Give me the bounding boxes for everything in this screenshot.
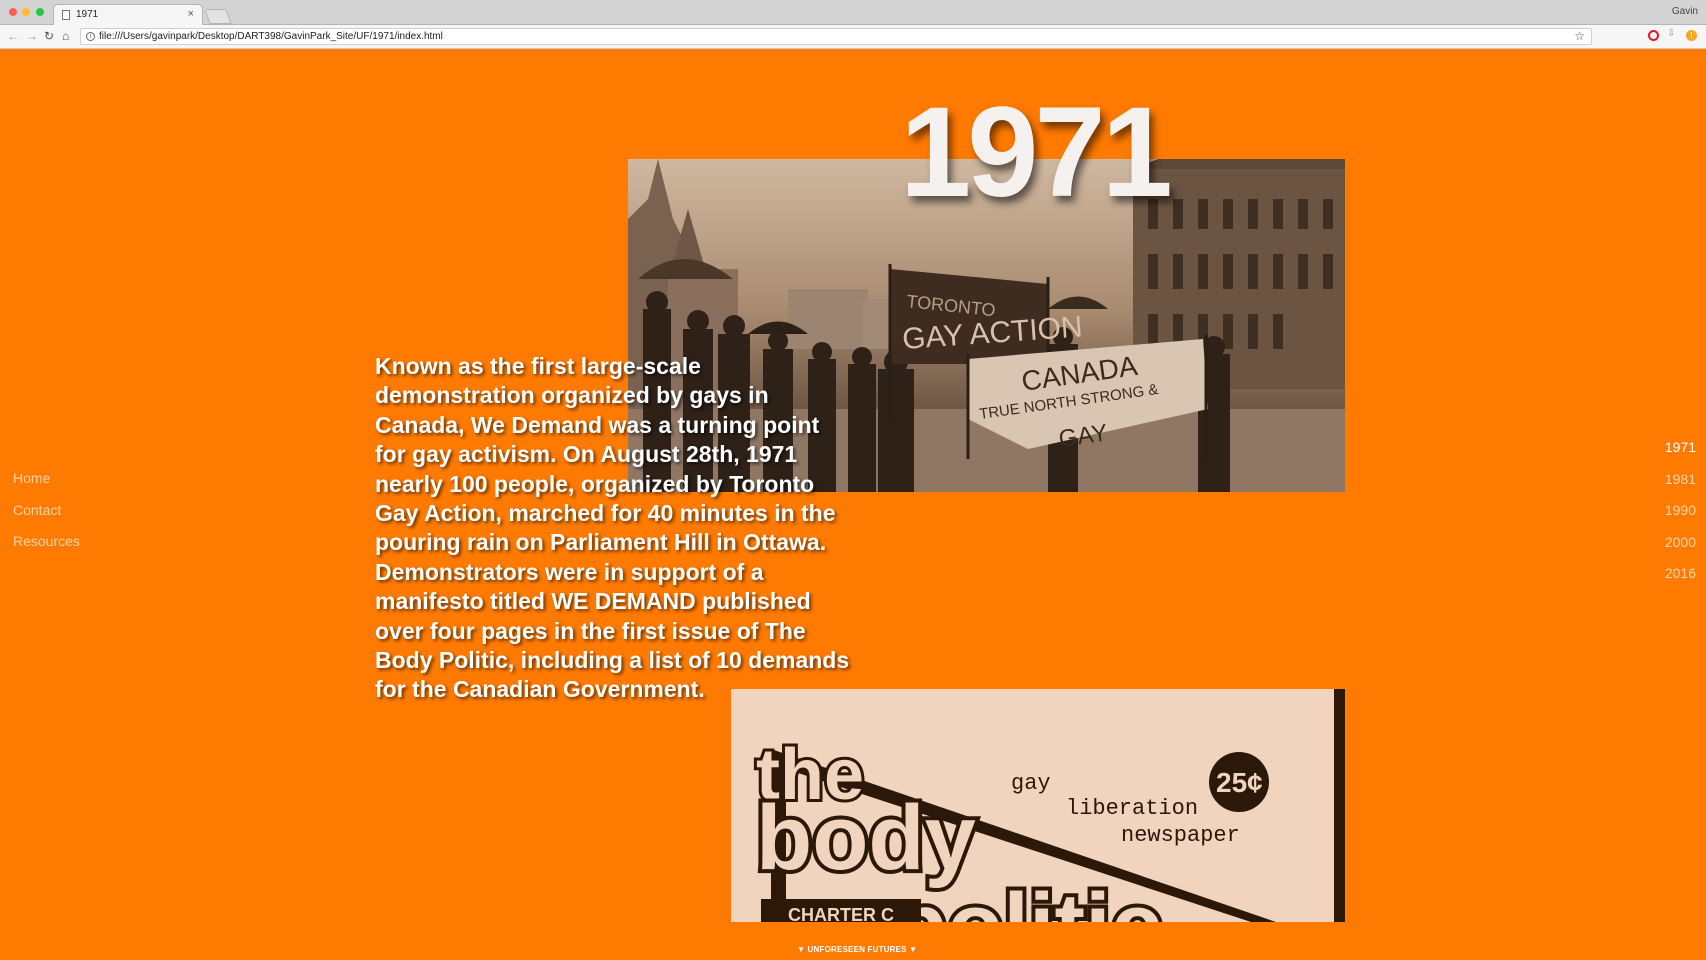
url-text[interactable]: file:///Users/gavinpark/Desktop/DART398/… (99, 31, 443, 42)
year-title: 1971 (900, 81, 1173, 224)
magazine-tagline-3: newspaper (1121, 823, 1240, 848)
star-icon[interactable]: ☆ (1574, 29, 1585, 43)
nav-link-resources[interactable]: Resources (13, 526, 80, 558)
browser-tab[interactable]: 1971 × (53, 4, 203, 25)
new-tab-button[interactable] (204, 9, 232, 24)
magazine-charter-text: CHARTER C (788, 905, 894, 922)
magazine-title-word-2: body (756, 787, 976, 889)
home-icon[interactable]: ⌂ (62, 29, 69, 43)
browser-tab-bar: 1971 × Gavin (0, 0, 1706, 25)
warning-icon[interactable]: ! (1686, 30, 1697, 41)
browser-toolbar: ← → ↻ ⌂ i file:///Users/gavinpark/Deskto… (0, 25, 1706, 49)
year-nav: 1971 1981 1990 2000 2016 (1665, 432, 1696, 590)
body-paragraph: Known as the first large-scale demonstra… (375, 353, 850, 703)
magazine-cover-illustration: the body politic gay liberation newspape… (752, 689, 1345, 922)
year-link-1981[interactable]: 1981 (1665, 464, 1696, 496)
magazine-tagline-1: gay (1011, 771, 1051, 796)
download-icon[interactable]: ⇩ (1667, 28, 1675, 39)
year-link-1971[interactable]: 1971 (1665, 432, 1696, 464)
tab-title: 1971 (76, 9, 99, 20)
profile-name[interactable]: Gavin (1672, 6, 1698, 17)
address-bar[interactable]: i file:///Users/gavinpark/Desktop/DART39… (80, 28, 1592, 45)
year-link-1990[interactable]: 1990 (1665, 495, 1696, 527)
reload-icon[interactable]: ↻ (44, 29, 54, 43)
nav-link-contact[interactable]: Contact (13, 495, 80, 527)
window-minimize-button[interactable] (22, 8, 30, 16)
info-icon[interactable]: i (86, 32, 95, 41)
footer-label[interactable]: ▼ UNFORESEEN FUTURES ▼ (797, 945, 917, 954)
page-viewport: TORONTO GAY ACTION CANADA TRUE NORTH STR… (0, 49, 1706, 960)
forward-icon[interactable]: → (26, 29, 38, 43)
year-link-2016[interactable]: 2016 (1665, 558, 1696, 590)
opera-icon[interactable] (1648, 30, 1659, 41)
page-icon (62, 10, 70, 20)
magazine-cover-image: the body politic gay liberation newspape… (731, 689, 1345, 922)
window-maximize-button[interactable] (36, 8, 44, 16)
magazine-tagline-2: liberation (1066, 796, 1198, 821)
tab-close-icon[interactable]: × (188, 8, 194, 20)
magazine-price: 25¢ (1216, 767, 1263, 798)
year-link-2000[interactable]: 2000 (1665, 527, 1696, 559)
window-close-button[interactable] (9, 8, 17, 16)
main-nav: Home Contact Resources (13, 463, 80, 558)
magazine-title-word-3: politic (891, 875, 1162, 922)
nav-link-home[interactable]: Home (13, 463, 80, 495)
back-icon[interactable]: ← (7, 29, 19, 43)
